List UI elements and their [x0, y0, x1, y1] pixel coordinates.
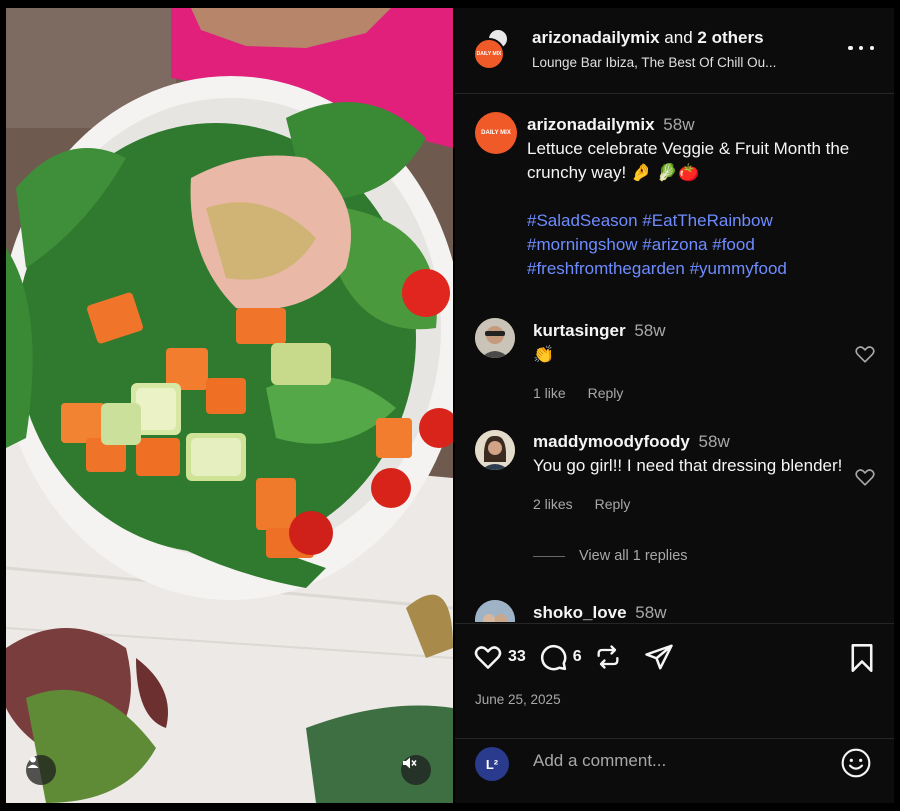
comment-likes[interactable]: 1 like — [533, 385, 566, 401]
dot-icon — [869, 45, 874, 51]
collab-avatars[interactable]: DAILY MIX — [473, 28, 513, 72]
commenter-avatar[interactable] — [475, 430, 515, 470]
like-comment-heart-icon[interactable] — [854, 466, 876, 488]
more-options-button[interactable] — [848, 38, 874, 58]
emoji-smiley-icon[interactable] — [840, 747, 872, 779]
commenter-username[interactable]: kurtasinger — [533, 321, 626, 340]
post-header: DAILY MIX arizonadailymix and 2 others L… — [455, 8, 894, 94]
caption-username[interactable]: arizonadailymix — [527, 115, 655, 134]
salad-photo — [6, 8, 453, 803]
divider-line — [533, 555, 565, 557]
comment-time[interactable]: 58w — [634, 321, 665, 340]
comment-count[interactable]: 6 — [573, 648, 582, 666]
heart-icon — [474, 646, 502, 669]
caption-author-avatar[interactable]: DAILY MIX — [475, 112, 517, 154]
hashtag-link[interactable]: #yummyfood — [690, 259, 787, 278]
tagged-users-button[interactable] — [26, 755, 56, 785]
comment-time[interactable]: 58w — [635, 603, 666, 622]
comment-meta: 2 likes Reply — [533, 492, 843, 516]
avatar-logo-text: DAILY MIX — [476, 50, 502, 57]
view-replies-label: View all 1 replies — [579, 548, 688, 564]
share-button[interactable] — [644, 642, 674, 672]
caption: arizonadailymix 58w Lettuce celebrate Ve… — [527, 113, 877, 281]
other-authors-link[interactable]: 2 others — [697, 28, 763, 47]
commenter-avatar[interactable] — [475, 600, 515, 622]
hashtag-link[interactable]: #SaladSeason — [527, 211, 638, 230]
post-details-panel: DAILY MIX arizonadailymix and 2 others L… — [455, 8, 894, 803]
post-authors[interactable]: arizonadailymix and 2 others — [532, 28, 764, 48]
caption-time[interactable]: 58w — [663, 115, 694, 134]
caption-text: Lettuce celebrate Veggie & Fruit Month t… — [527, 139, 850, 182]
like-button[interactable]: 33 — [473, 642, 538, 672]
dot-icon — [848, 45, 853, 51]
avatar-logo-text: DAILY MIX — [481, 130, 511, 136]
comments-scroll-area[interactable]: DAILY MIX arizonadailymix 58w Lettuce ce… — [455, 95, 894, 622]
avatar-photo — [475, 600, 515, 622]
caption-hashtags: #SaladSeason #EatTheRainbow #morningshow… — [527, 209, 877, 281]
comment-time[interactable]: 58w — [699, 432, 730, 451]
add-comment-input[interactable] — [533, 751, 813, 771]
avatar-photo — [475, 318, 515, 358]
comment-body: kurtasinger 58w 👏 1 like Reply — [533, 319, 843, 405]
comment-likes[interactable]: 2 likes — [533, 496, 573, 512]
bookmark-icon[interactable] — [848, 643, 876, 673]
hashtag-link[interactable]: #arizona — [642, 235, 707, 254]
comment-composer: L² — [455, 738, 894, 803]
like-count[interactable]: 33 — [508, 648, 526, 666]
hashtag-link[interactable]: #morningshow — [527, 235, 638, 254]
hashtag-link[interactable]: #freshfromthegarden — [527, 259, 685, 278]
hashtag-link[interactable]: #EatTheRainbow — [642, 211, 772, 230]
author-username[interactable]: arizonadailymix — [532, 28, 660, 47]
avatar-photo — [475, 430, 515, 470]
repost-icon — [597, 645, 619, 669]
repost-button[interactable] — [594, 643, 622, 671]
comment-meta: 1 like Reply — [533, 381, 843, 405]
user-icon — [27, 756, 39, 768]
current-user-avatar[interactable]: L² — [475, 747, 509, 781]
like-comment-heart-icon[interactable] — [854, 343, 876, 365]
authors-conjunction: and — [664, 28, 693, 47]
mute-button[interactable] — [401, 755, 431, 785]
comment-bubble-icon — [540, 644, 567, 671]
comment-body: maddymoodyfoody 58w You go girl!! I need… — [533, 430, 843, 516]
commenter-avatar[interactable] — [475, 318, 515, 358]
comment-text: 👏 — [533, 345, 555, 364]
reply-button[interactable]: Reply — [595, 496, 631, 512]
post-date[interactable]: June 25, 2025 — [475, 692, 561, 707]
commenter-username[interactable]: maddymoodyfoody — [533, 432, 690, 451]
author-avatar[interactable]: DAILY MIX — [473, 38, 505, 70]
post-media[interactable] — [6, 8, 453, 803]
view-replies-button[interactable]: View all 1 replies — [533, 548, 688, 564]
commenter-username[interactable]: shoko_love — [533, 603, 627, 622]
comment-text: You go girl!! I need that dressing blend… — [533, 456, 843, 475]
hashtag-link[interactable]: #food — [712, 235, 755, 254]
dot-icon — [858, 45, 864, 51]
post-actions: 33 6 June 25, 2025 — [455, 623, 894, 738]
comment-button[interactable]: 6 — [538, 642, 594, 672]
speaker-muted-icon — [403, 757, 417, 769]
reply-button[interactable]: Reply — [588, 385, 624, 401]
comment-body: shoko_love 58w — [533, 601, 843, 622]
action-row: 33 6 — [473, 642, 674, 672]
audio-track-link[interactable]: Lounge Bar Ibiza, The Best Of Chill Ou..… — [532, 55, 776, 70]
paper-plane-icon — [644, 644, 673, 670]
